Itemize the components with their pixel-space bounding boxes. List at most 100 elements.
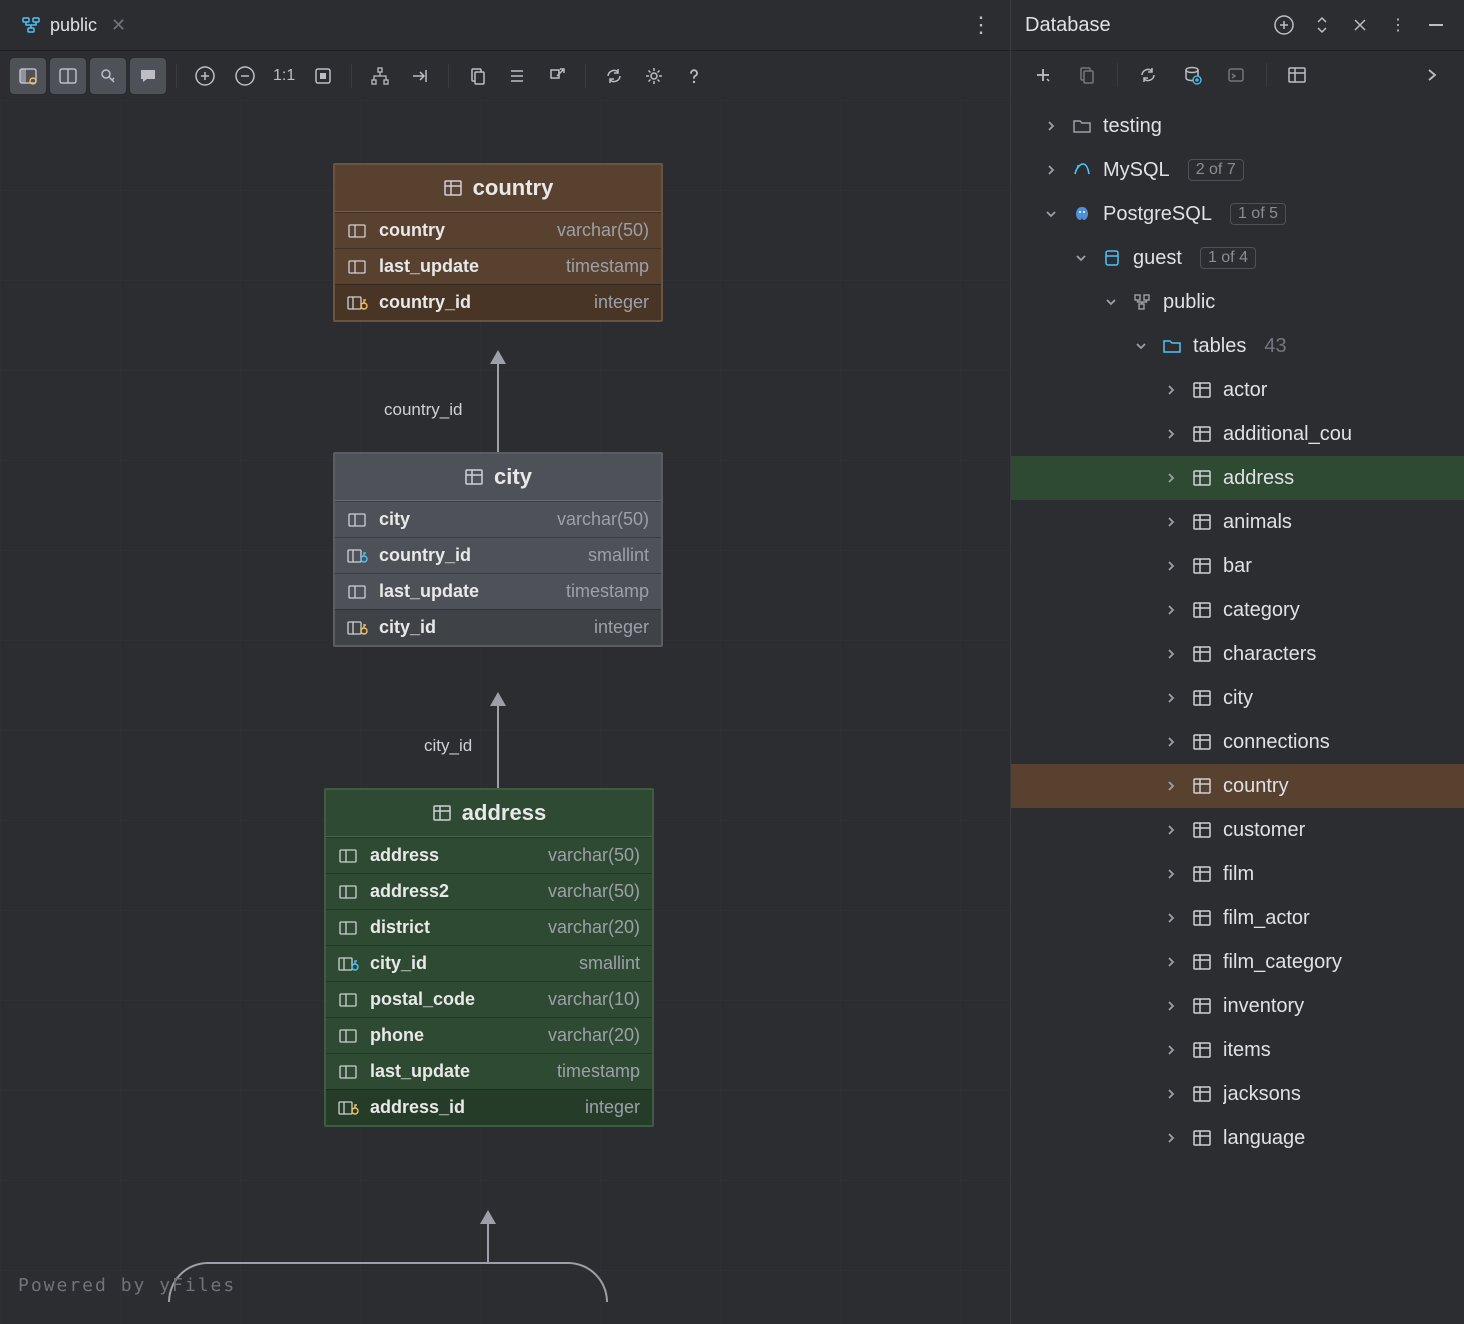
- chevron-right-icon[interactable]: [1165, 868, 1181, 880]
- entity-column-row[interactable]: countryvarchar(50): [335, 212, 661, 248]
- tree-item-connections[interactable]: connections: [1011, 720, 1464, 764]
- chevron-right-icon[interactable]: [1165, 956, 1181, 968]
- tree-item-tables[interactable]: tables43: [1011, 324, 1464, 368]
- tree-item-characters[interactable]: characters: [1011, 632, 1464, 676]
- chevron-down-icon[interactable]: [1135, 340, 1151, 352]
- entity-column-row[interactable]: address2varchar(50): [326, 873, 652, 909]
- tree-item-city[interactable]: city: [1011, 676, 1464, 720]
- refresh-button[interactable]: [596, 58, 632, 94]
- chevron-right-icon[interactable]: [1045, 120, 1061, 132]
- tree-item-animals[interactable]: animals: [1011, 500, 1464, 544]
- entity-column-row[interactable]: phonevarchar(20): [326, 1017, 652, 1053]
- hide-panel-button[interactable]: [1422, 11, 1450, 39]
- entity-column-row[interactable]: last_updatetimestamp: [335, 573, 661, 609]
- entity-column-row[interactable]: last_updatetimestamp: [335, 248, 661, 284]
- zoom-in-button[interactable]: [187, 58, 223, 94]
- tree-item-language[interactable]: language: [1011, 1116, 1464, 1160]
- new-datasource-button[interactable]: [1270, 11, 1298, 39]
- zoom-reset-button[interactable]: 1:1: [267, 67, 301, 85]
- duplicate-button[interactable]: [1069, 57, 1105, 93]
- entity-country[interactable]: country countryvarchar(50)last_updatetim…: [333, 163, 663, 322]
- entity-column-row[interactable]: address_idinteger: [326, 1089, 652, 1125]
- entity-address[interactable]: address addressvarchar(50)address2varcha…: [324, 788, 654, 1127]
- export-button[interactable]: [539, 58, 575, 94]
- tree-item-jacksons[interactable]: jacksons: [1011, 1072, 1464, 1116]
- tree-item-film_category[interactable]: film_category: [1011, 940, 1464, 984]
- chevron-down-icon[interactable]: [1105, 296, 1121, 308]
- chevron-down-icon[interactable]: [1075, 252, 1091, 264]
- chevron-right-icon[interactable]: [1165, 516, 1181, 528]
- layout-tree-button[interactable]: [362, 58, 398, 94]
- entity-column-row[interactable]: country_idsmallint: [335, 537, 661, 573]
- chevron-right-icon[interactable]: [1165, 736, 1181, 748]
- close-tab-button[interactable]: ✕: [105, 13, 132, 38]
- expand-collapse-button[interactable]: [1308, 11, 1336, 39]
- refresh-button[interactable]: [1130, 57, 1166, 93]
- layout-columns-button[interactable]: [50, 58, 86, 94]
- tabs-more-button[interactable]: ⋮: [960, 8, 1002, 42]
- chevron-right-icon[interactable]: [1045, 164, 1061, 176]
- entity-column-row[interactable]: country_idinteger: [335, 284, 661, 320]
- entity-column-row[interactable]: city_idinteger: [335, 609, 661, 645]
- chevron-right-icon[interactable]: [1165, 692, 1181, 704]
- tree-item-guest[interactable]: guest1 of 4: [1011, 236, 1464, 280]
- chevron-right-icon[interactable]: [1165, 912, 1181, 924]
- entity-column-row[interactable]: city_idsmallint: [326, 945, 652, 981]
- settings-button[interactable]: [636, 58, 672, 94]
- column-name: address_id: [370, 1097, 465, 1118]
- tree-item-bar[interactable]: bar: [1011, 544, 1464, 588]
- help-button[interactable]: [676, 58, 712, 94]
- tree-item-customer[interactable]: customer: [1011, 808, 1464, 852]
- tree-item-country[interactable]: country: [1011, 764, 1464, 808]
- entity-column-row[interactable]: postal_codevarchar(10): [326, 981, 652, 1017]
- copy-button[interactable]: [459, 58, 495, 94]
- toggle-left-panel-button[interactable]: [10, 58, 46, 94]
- datasource-properties-button[interactable]: [1174, 57, 1210, 93]
- chevron-right-icon[interactable]: [1165, 560, 1181, 572]
- key-icon-button[interactable]: [90, 58, 126, 94]
- chevron-down-icon[interactable]: [1045, 208, 1061, 220]
- entity-city[interactable]: city cityvarchar(50)country_idsmallintla…: [333, 452, 663, 647]
- tree-item-items[interactable]: items: [1011, 1028, 1464, 1072]
- chevron-right-icon[interactable]: [1165, 1088, 1181, 1100]
- jump-to-console-button[interactable]: [1218, 57, 1254, 93]
- chevron-right-icon[interactable]: [1165, 824, 1181, 836]
- chevron-right-icon[interactable]: [1165, 780, 1181, 792]
- entity-column-row[interactable]: addressvarchar(50): [326, 837, 652, 873]
- tree-item-address[interactable]: address: [1011, 456, 1464, 500]
- entity-column-row[interactable]: districtvarchar(20): [326, 909, 652, 945]
- chevron-right-icon[interactable]: [1165, 648, 1181, 660]
- more-options-button[interactable]: ⋮: [1384, 11, 1412, 39]
- chevron-right-icon[interactable]: [1165, 428, 1181, 440]
- tree-item-film_actor[interactable]: film_actor: [1011, 896, 1464, 940]
- tree-item-category[interactable]: category: [1011, 588, 1464, 632]
- scroll-right-button[interactable]: [1414, 57, 1450, 93]
- chevron-right-icon[interactable]: [1165, 472, 1181, 484]
- add-button[interactable]: [1025, 57, 1061, 93]
- chevron-right-icon[interactable]: [1165, 1044, 1181, 1056]
- diagram-canvas[interactable]: country countryvarchar(50)last_updatetim…: [0, 100, 1010, 1324]
- comments-button[interactable]: [130, 58, 166, 94]
- tree-item-actor[interactable]: actor: [1011, 368, 1464, 412]
- database-tree[interactable]: testingMySQL2 of 7PostgreSQL1 of 5guest1…: [1011, 98, 1464, 1324]
- chevron-right-icon[interactable]: [1165, 384, 1181, 396]
- tree-item-testing[interactable]: testing: [1011, 104, 1464, 148]
- tree-item-mysql[interactable]: MySQL2 of 7: [1011, 148, 1464, 192]
- collapse-all-button[interactable]: [1346, 11, 1374, 39]
- tab-public[interactable]: public ✕: [8, 5, 144, 46]
- entity-column-row[interactable]: cityvarchar(50): [335, 501, 661, 537]
- fit-content-button[interactable]: [305, 58, 341, 94]
- collapse-entry-button[interactable]: [402, 58, 438, 94]
- tree-item-public[interactable]: public: [1011, 280, 1464, 324]
- chevron-right-icon[interactable]: [1165, 604, 1181, 616]
- show-diagram-button[interactable]: [1279, 57, 1315, 93]
- chevron-right-icon[interactable]: [1165, 1000, 1181, 1012]
- list-button[interactable]: [499, 58, 535, 94]
- chevron-right-icon[interactable]: [1165, 1132, 1181, 1144]
- tree-item-postgresql[interactable]: PostgreSQL1 of 5: [1011, 192, 1464, 236]
- tree-item-film[interactable]: film: [1011, 852, 1464, 896]
- tree-item-additional_cou[interactable]: additional_cou: [1011, 412, 1464, 456]
- zoom-out-button[interactable]: [227, 58, 263, 94]
- tree-item-inventory[interactable]: inventory: [1011, 984, 1464, 1028]
- entity-column-row[interactable]: last_updatetimestamp: [326, 1053, 652, 1089]
